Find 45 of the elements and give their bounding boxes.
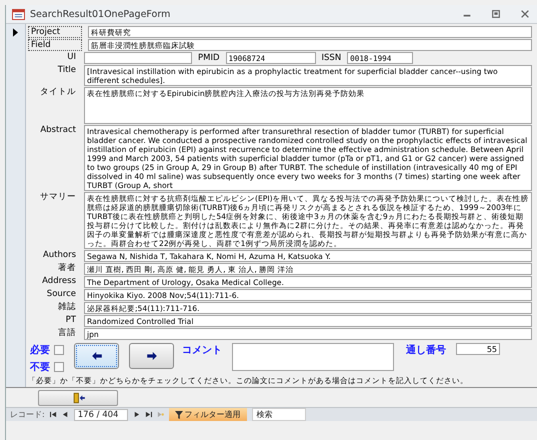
field-label: Address — [41, 276, 77, 286]
field-label: Title — [56, 65, 77, 75]
comment-field[interactable] — [232, 343, 394, 371]
next-record-icon[interactable] — [132, 411, 140, 418]
field-label: タイトル — [39, 87, 77, 97]
exit-door-icon — [71, 392, 85, 404]
serial-label: 通し番号 — [406, 344, 446, 357]
checkbox-label: 必要 — [30, 344, 50, 357]
previous-record-icon[interactable] — [62, 411, 69, 418]
record-label: レコード: — [10, 409, 45, 420]
input-field[interactable] — [84, 52, 192, 64]
field-label: Source — [46, 289, 77, 299]
record-number-field[interactable]: 176 / 404 — [74, 408, 128, 420]
close-icon[interactable] — [520, 9, 530, 19]
comment-label: コメント — [182, 344, 222, 357]
field-label: PT — [64, 315, 77, 325]
field-label: 言語 — [57, 328, 77, 338]
serial-field[interactable]: 55 — [456, 343, 500, 355]
field-label: Abstract — [39, 125, 77, 135]
form-icon — [12, 8, 25, 20]
field-label: サマリー — [39, 192, 77, 202]
funnel-icon — [174, 410, 183, 418]
window-title: SearchResult01OnePageForm — [30, 8, 170, 20]
checkbox-label: 不要 — [30, 361, 50, 374]
checkbox[interactable] — [54, 345, 64, 355]
field-label: Project — [28, 26, 82, 38]
field-label: Field — [28, 39, 82, 51]
previous-button[interactable] — [74, 343, 119, 369]
field-label: ISSN — [322, 52, 342, 64]
last-record-icon[interactable] — [144, 411, 152, 418]
checkbox[interactable] — [54, 362, 64, 372]
field-label: Authors — [42, 250, 77, 260]
right-arrow-icon — [146, 352, 156, 360]
current-record-icon — [13, 28, 18, 37]
next-button[interactable] — [129, 343, 174, 369]
first-record-icon[interactable] — [50, 411, 57, 418]
restore-icon[interactable] — [491, 9, 501, 19]
field-label: 著者 — [57, 263, 77, 273]
filter-button[interactable]: フィルター適用 — [168, 408, 247, 421]
search-field[interactable]: 検索 — [252, 408, 306, 421]
field-label: 雑誌 — [57, 302, 77, 312]
exit-button[interactable] — [38, 390, 118, 406]
field-label: UI — [66, 52, 77, 62]
left-arrow-icon — [92, 352, 102, 360]
field-label: PMID — [198, 52, 220, 64]
